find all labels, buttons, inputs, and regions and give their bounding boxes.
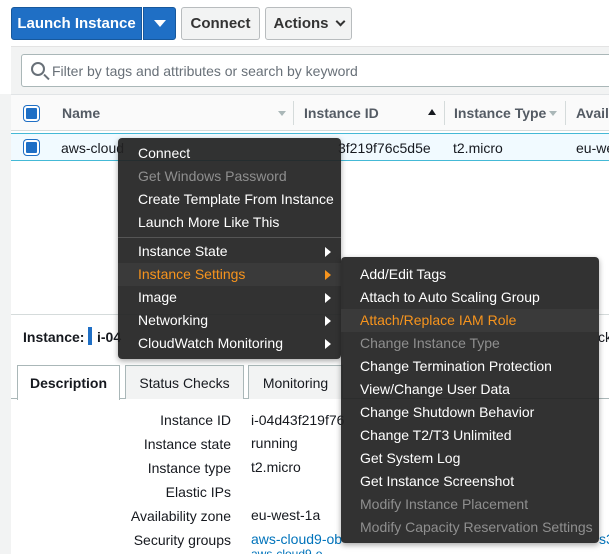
context-menu: Connect Get Windows Password Create Temp… — [118, 138, 341, 359]
field-label-instance-id: Instance ID — [160, 412, 231, 428]
submenu-item-change-termination-protection[interactable]: Change Termination Protection — [341, 355, 599, 378]
launch-options-dropdown-button[interactable] — [143, 7, 176, 40]
column-divider — [293, 101, 294, 125]
field-value-instance-id: i-04d43f219f76 — [251, 412, 345, 428]
field-label-security-groups: Security groups — [133, 532, 231, 548]
sort-ascending-icon — [428, 109, 436, 115]
column-divider — [565, 101, 566, 125]
field-value-instance-state: running — [251, 435, 298, 451]
field-value-availability-zone: eu-west-1a — [251, 507, 321, 523]
chevron-down-icon — [335, 16, 345, 27]
menu-item-image[interactable]: Image — [118, 286, 341, 309]
cell-instance-id: 3f219f76c5d5e — [338, 140, 431, 156]
filter-bar: Filter by tags and attributes or search … — [11, 46, 609, 94]
submenu-item-attach-replace-iam-role[interactable]: Attach/Replace IAM Role — [341, 309, 599, 332]
submenu-arrow-icon — [325, 316, 331, 326]
submenu-arrow-icon — [325, 293, 331, 303]
cell-availability-zone: eu-wes — [576, 140, 609, 156]
menu-item-instance-settings[interactable]: Instance Settings — [118, 263, 341, 286]
cell-instance-type: t2.micro — [453, 140, 503, 156]
field-label-availability-zone: Availability zone — [130, 508, 231, 524]
connect-button[interactable]: Connect — [181, 7, 260, 40]
selection-marker — [88, 327, 92, 345]
security-group-link-2[interactable]: aws-cloud9-o — [251, 547, 322, 554]
toolbar: Launch Instance Connect Actions — [0, 0, 609, 46]
menu-item-label: Instance State — [138, 243, 228, 259]
sort-icon — [549, 111, 557, 116]
instance-settings-submenu: Add/Edit Tags Attach to Auto Scaling Gro… — [341, 257, 599, 543]
actions-button[interactable]: Actions — [265, 7, 352, 40]
security-group-link[interactable]: aws-cloud9-ob — [251, 531, 342, 547]
row-checkbox[interactable] — [24, 140, 39, 155]
menu-item-instance-state[interactable]: Instance State — [118, 240, 341, 263]
security-group-link-tail[interactable]: s3 — [599, 531, 609, 547]
submenu-item-change-shutdown-behavior[interactable]: Change Shutdown Behavior — [341, 401, 599, 424]
menu-item-networking[interactable]: Networking — [118, 309, 341, 332]
submenu-item-view-change-user-data[interactable]: View/Change User Data — [341, 378, 599, 401]
submenu-arrow-icon — [325, 270, 331, 280]
submenu-arrow-icon — [325, 247, 331, 257]
submenu-item-attach-auto-scaling-group[interactable]: Attach to Auto Scaling Group — [341, 286, 599, 309]
field-label-instance-state: Instance state — [143, 436, 231, 452]
caret-down-icon — [153, 20, 166, 27]
tab-monitoring[interactable]: Monitoring — [248, 365, 343, 399]
field-value-instance-type: t2.micro — [251, 459, 301, 475]
search-placeholder: Filter by tags and attributes or search … — [52, 63, 358, 79]
menu-item-label: Instance Settings — [138, 266, 246, 282]
menu-item-label: Image — [138, 289, 177, 305]
column-header-availability-zone[interactable]: Avail — [576, 95, 609, 131]
launch-instance-button[interactable]: Launch Instance — [11, 7, 142, 40]
submenu-item-modify-instance-placement: Modify Instance Placement — [360, 496, 529, 512]
search-input[interactable]: Filter by tags and attributes or search … — [21, 54, 609, 87]
submenu-item-add-edit-tags[interactable]: Add/Edit Tags — [341, 263, 599, 286]
submenu-item-change-t2-t3-unlimited[interactable]: Change T2/T3 Unlimited — [341, 424, 599, 447]
submenu-item-get-system-log[interactable]: Get System Log — [341, 447, 599, 470]
column-header-instance-type[interactable]: Instance Type — [454, 95, 546, 131]
menu-separator — [118, 237, 341, 238]
menu-item-cloudwatch-monitoring[interactable]: CloudWatch Monitoring — [118, 332, 341, 355]
column-header-instance-id[interactable]: Instance ID — [304, 95, 379, 131]
column-header-name[interactable]: Name — [62, 95, 100, 131]
field-label-instance-type: Instance type — [147, 460, 231, 476]
menu-item-create-template[interactable]: Create Template From Instance — [118, 188, 341, 211]
menu-item-label: CloudWatch Monitoring — [138, 335, 283, 351]
menu-item-launch-more-like-this[interactable]: Launch More Like This — [118, 211, 341, 234]
menu-item-connect[interactable]: Connect — [118, 142, 341, 165]
submenu-arrow-icon — [325, 339, 331, 349]
search-icon — [31, 62, 45, 76]
instances-table-header: Name Instance ID Instance Type Avail — [11, 94, 609, 131]
submenu-item-modify-capacity-reservation: Modify Capacity Reservation Settings — [360, 519, 593, 535]
cell-name: aws-cloud — [61, 140, 125, 156]
tab-description[interactable]: Description — [17, 365, 120, 400]
field-label-elastic-ips: Elastic IPs — [165, 484, 231, 500]
actions-button-label: Actions — [273, 15, 329, 32]
menu-item-get-windows-password: Get Windows Password — [138, 168, 287, 184]
select-all-checkbox[interactable] — [24, 106, 39, 121]
sort-icon — [278, 111, 286, 116]
submenu-item-change-instance-type: Change Instance Type — [360, 335, 500, 351]
column-divider — [444, 101, 445, 125]
tab-status-checks[interactable]: Status Checks — [125, 365, 244, 399]
instance-label: Instance: — [23, 329, 85, 345]
menu-item-label: Networking — [138, 312, 209, 328]
truncated-text: ck — [598, 329, 609, 345]
submenu-item-get-instance-screenshot[interactable]: Get Instance Screenshot — [341, 470, 599, 493]
